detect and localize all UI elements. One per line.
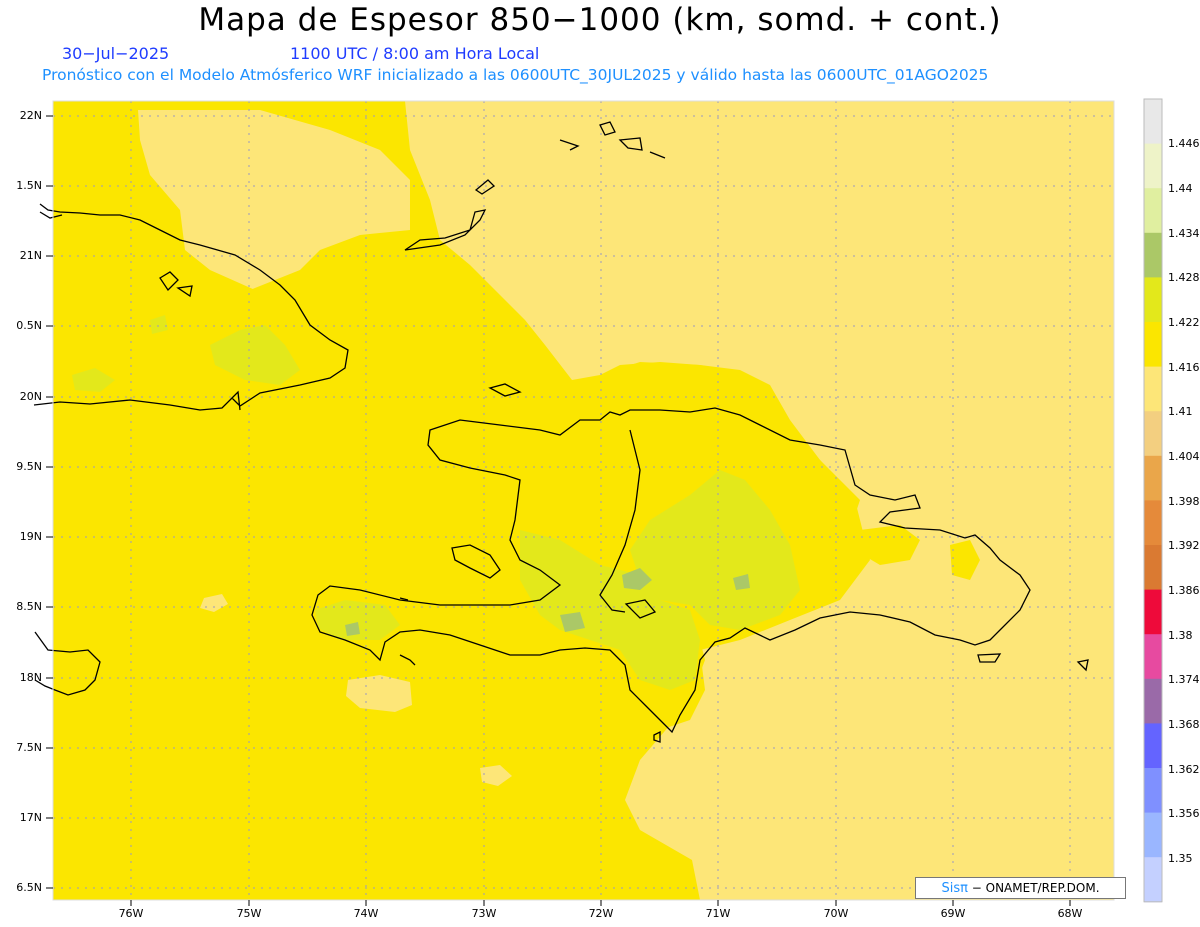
lon-label-72w: 72W [588,907,614,920]
lon-label-68w: 68W [1057,907,1083,920]
colorbar-swatch [1144,634,1162,680]
colorbar-label: 1.422 [1168,316,1200,329]
colorbar [1143,98,1163,903]
colorbar-swatch [1144,768,1162,814]
lon-label-76w: 76W [118,907,144,920]
colorbar-label: 1.38 [1168,629,1193,642]
colorbar-swatch [1144,188,1162,234]
colorbar-label: 1.392 [1168,539,1200,552]
colorbar-swatch [1144,857,1162,903]
colorbar-swatch [1144,723,1162,769]
colorbar-swatch [1144,322,1162,368]
colorbar-swatch [1144,589,1162,635]
colorbar-label: 1.374 [1168,673,1200,686]
thickness-map [33,98,1163,906]
lat-label-21-5n: 1.5N [16,179,42,192]
colorbar-label: 1.398 [1168,495,1200,508]
lat-label-22n: 22N [19,109,42,122]
lat-label-21n: 21N [19,249,42,262]
colorbar-label: 1.362 [1168,763,1200,776]
colorbar-label: 1.41 [1168,405,1193,418]
lon-label-74w: 74W [353,907,379,920]
lon-label-71w: 71W [705,907,731,920]
colorbar-swatch [1144,678,1162,724]
lon-label-69w: 69W [940,907,966,920]
lat-label-19-5n: 9.5N [16,460,42,473]
colorbar-swatch [1144,143,1162,189]
colorbar-label: 1.416 [1168,361,1200,374]
colorbar-label: 1.428 [1168,271,1200,284]
colorbar-label: 1.368 [1168,718,1200,731]
colorbar-swatch [1144,545,1162,591]
lon-label-73w: 73W [471,907,497,920]
lat-label-20-5n: 0.5N [16,319,42,332]
lat-label-18-5n: 8.5N [16,600,42,613]
colorbar-swatch [1144,411,1162,457]
colorbar-swatch [1144,232,1162,278]
credit-text: − ONAMET/REP.DOM. [971,881,1100,895]
lat-label-16-5n: 6.5N [16,881,42,894]
colorbar-swatch [1144,277,1162,323]
colorbar-label: 1.35 [1168,852,1193,865]
lat-label-17-5n: 7.5N [16,741,42,754]
lon-label-75w: 75W [236,907,262,920]
colorbar-swatch [1144,99,1162,145]
colorbar-swatch [1144,366,1162,412]
colorbar-label: 1.386 [1168,584,1200,597]
credit-brand: Sisπ [941,881,968,896]
credit-box: Sisπ − ONAMET/REP.DOM. [915,877,1126,899]
colorbar-swatch [1144,812,1162,858]
lat-label-17n: 17N [19,811,42,824]
colorbar-swatch [1144,500,1162,546]
colorbar-label: 1.404 [1168,450,1200,463]
colorbar-label: 1.446 [1168,137,1200,150]
lat-label-19n: 19N [19,530,42,543]
colorbar-swatch [1144,455,1162,501]
lat-label-18n: 18N [19,671,42,684]
lat-label-20n: 20N [19,390,42,403]
colorbar-label: 1.44 [1168,182,1193,195]
lon-label-70w: 70W [823,907,849,920]
colorbar-label: 1.434 [1168,227,1200,240]
colorbar-label: 1.356 [1168,807,1200,820]
